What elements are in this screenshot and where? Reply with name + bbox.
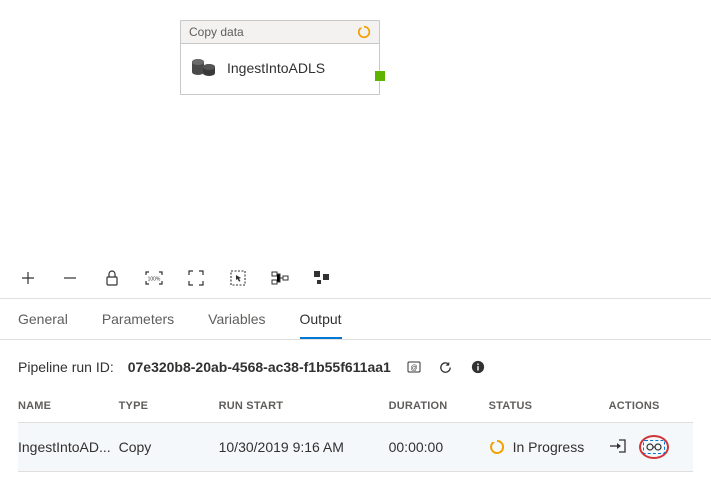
cell-type: Copy <box>119 423 219 472</box>
details-highlight-circle <box>639 435 669 459</box>
select-icon[interactable] <box>228 268 248 288</box>
activity-body: IngestIntoADLS <box>181 44 379 94</box>
lock-icon[interactable] <box>102 268 122 288</box>
col-run-start: RUN START <box>219 390 389 423</box>
activity-name: IngestIntoADLS <box>227 60 325 76</box>
layout-icon[interactable] <box>312 268 332 288</box>
activity-node-copy-data[interactable]: Copy data IngestIntoADLS <box>180 20 380 95</box>
cell-duration: 00:00:00 <box>389 423 489 472</box>
details-action-icon[interactable] <box>643 440 665 454</box>
svg-text:100%: 100% <box>148 277 161 283</box>
remove-button[interactable] <box>60 268 80 288</box>
bottom-tabs: General Parameters Variables Output <box>0 299 711 340</box>
run-id-value: 07e320b8-20ab-4568-ac38-f1b55f611aa1 <box>128 359 391 375</box>
svg-text:@: @ <box>410 365 417 372</box>
col-duration: DURATION <box>389 390 489 423</box>
tab-variables[interactable]: Variables <box>208 311 265 339</box>
refresh-icon[interactable] <box>437 358 455 376</box>
col-name: NAME <box>18 390 119 423</box>
table-row[interactable]: IngestIntoAD... Copy 10/30/2019 9:16 AM … <box>18 423 693 472</box>
cell-run-start: 10/30/2019 9:16 AM <box>219 423 389 472</box>
activity-header: Copy data <box>181 21 379 44</box>
fullscreen-icon[interactable] <box>186 268 206 288</box>
pipeline-run-line: Pipeline run ID: 07e320b8-20ab-4568-ac38… <box>0 340 711 390</box>
col-status: STATUS <box>489 390 609 423</box>
tab-output[interactable]: Output <box>300 311 342 339</box>
info-icon[interactable] <box>469 358 487 376</box>
pipeline-canvas[interactable]: Copy data IngestIntoADLS <box>0 0 711 260</box>
col-type: TYPE <box>119 390 219 423</box>
in-progress-icon <box>357 25 371 39</box>
col-actions: ACTIONS <box>609 390 693 423</box>
zoom-fit-icon[interactable]: 100% <box>144 268 164 288</box>
cell-status: In Progress <box>489 423 609 472</box>
input-action-icon[interactable] <box>609 439 627 456</box>
auto-align-icon[interactable] <box>270 268 290 288</box>
database-icon <box>191 58 217 78</box>
tab-parameters[interactable]: Parameters <box>102 311 174 339</box>
table-header-row: NAME TYPE RUN START DURATION STATUS ACTI… <box>18 390 693 423</box>
activity-type-label: Copy data <box>189 25 244 39</box>
cell-name: IngestIntoAD... <box>18 423 119 472</box>
in-progress-icon <box>489 439 505 455</box>
add-button[interactable] <box>18 268 38 288</box>
run-id-label: Pipeline run ID: <box>18 359 114 375</box>
tab-general[interactable]: General <box>18 311 68 339</box>
canvas-toolbar: 100% <box>0 260 711 299</box>
copy-id-icon[interactable]: @ <box>405 358 423 376</box>
output-table: NAME TYPE RUN START DURATION STATUS ACTI… <box>18 390 693 472</box>
cell-actions <box>609 423 693 472</box>
success-connector[interactable] <box>375 71 385 81</box>
status-text: In Progress <box>513 439 585 455</box>
